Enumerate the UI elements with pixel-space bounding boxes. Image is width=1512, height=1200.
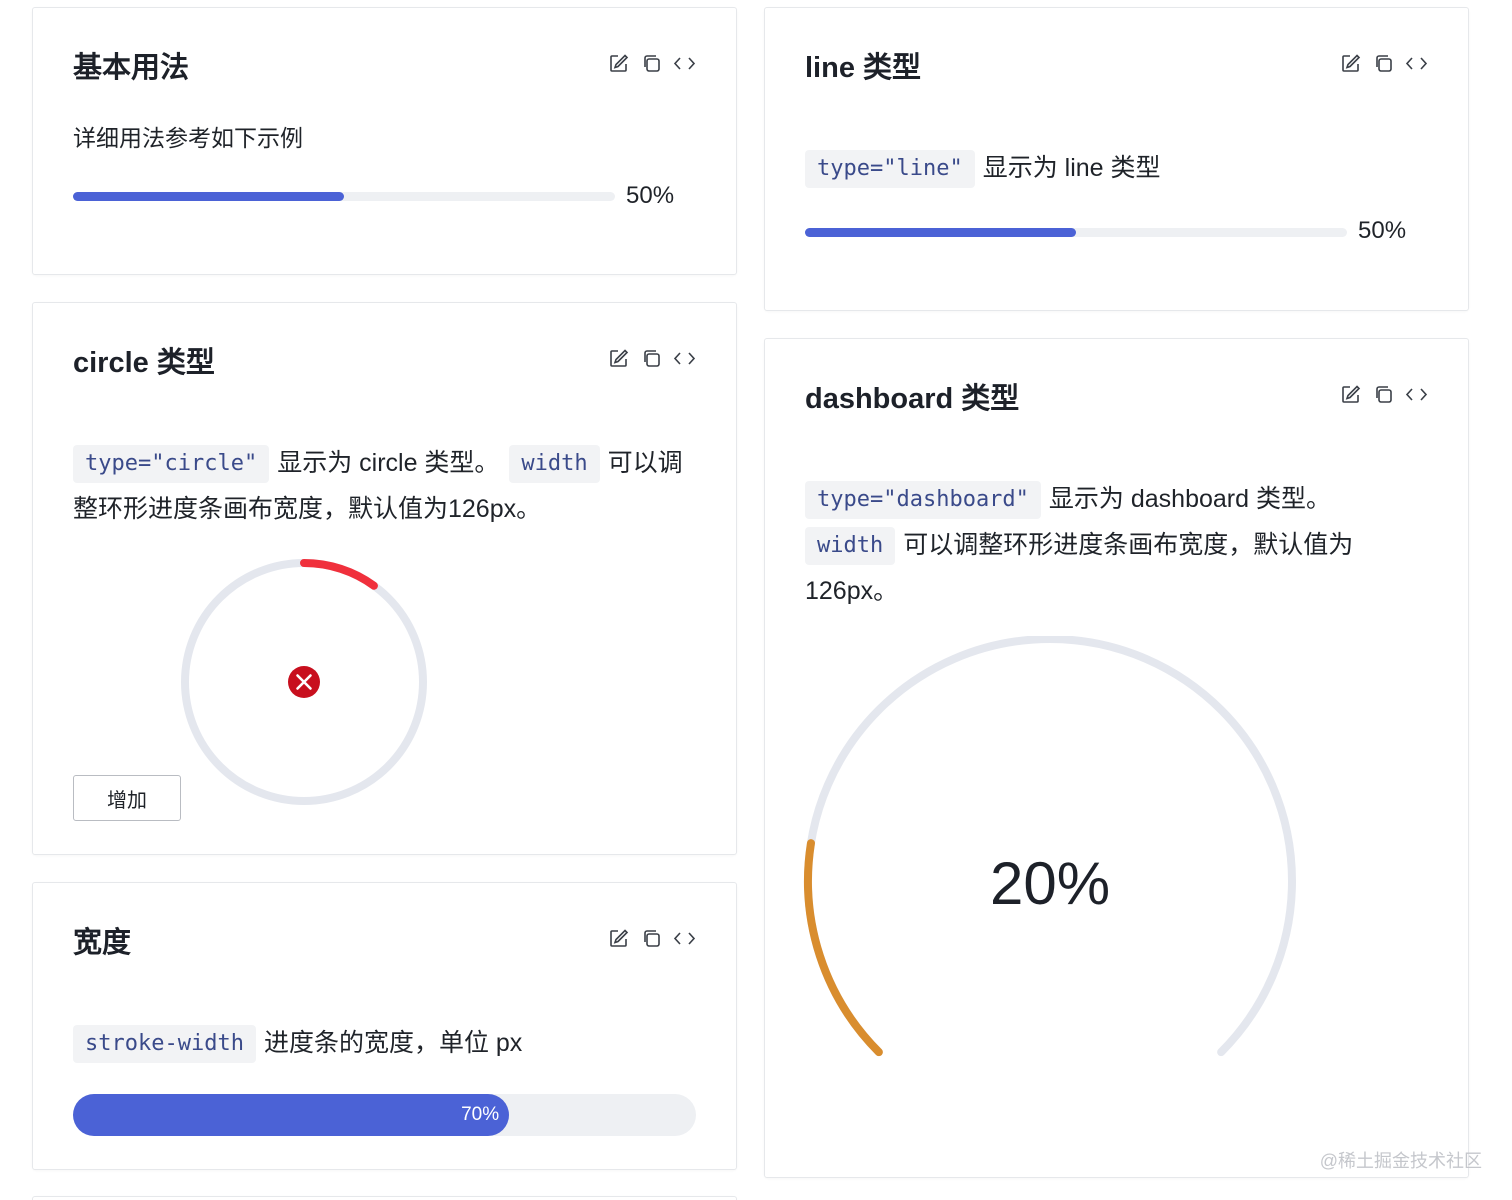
copy-icon[interactable] [640, 347, 663, 370]
card-title: 基本用法 [73, 52, 190, 84]
description-text: 整环形进度条画布宽度，默认值为126px。 [73, 495, 542, 523]
progress-track [805, 228, 1347, 237]
card-description: type="line" 显示为 line 类型 [805, 145, 1161, 191]
description-text: 显示为 dashboard 类型。 [1048, 485, 1331, 513]
dashboard-arc [804, 839, 883, 1057]
progress-inner-percent: 70% [461, 1104, 500, 1125]
progress-percent: 50% [626, 182, 675, 209]
code-snippet: width [805, 527, 896, 566]
code-icon[interactable] [673, 347, 696, 370]
progress-fill [73, 192, 344, 201]
increase-button[interactable]: 增加 [73, 775, 181, 821]
card-dashboard: dashboard 类型 type="dashboard" 显示为 dashboa… [764, 338, 1469, 1178]
description-text: 可以调 [607, 449, 683, 477]
card-title: line 类型 [805, 52, 922, 84]
code-icon[interactable] [673, 927, 696, 950]
card-width: 宽度 stroke-width 进度条的宽度，单位 px 70% [32, 882, 737, 1170]
card-line: line 类型 type="line" 显示为 line 类型 50% [764, 7, 1469, 311]
progress-percent: 50% [1358, 217, 1407, 244]
code-icon[interactable] [1405, 52, 1428, 75]
card-toolbar [607, 347, 696, 370]
description-text: 进度条的宽度，单位 px [263, 1029, 523, 1057]
code-snippet: width [509, 445, 600, 484]
description-text: 显示为 line 类型 [982, 154, 1161, 182]
edit-icon[interactable] [1339, 52, 1362, 75]
watermark: @稀土掘金技术社区 [1319, 1151, 1482, 1171]
progress-track [73, 192, 615, 201]
card-description: type="circle" 显示为 circle 类型。 width 可以调 整环形进… [73, 440, 703, 532]
card-next [32, 1196, 737, 1200]
copy-icon[interactable] [1372, 52, 1395, 75]
copy-icon[interactable] [1372, 383, 1395, 406]
card-description: 详细用法参考如下示例 [73, 125, 303, 151]
card-toolbar [607, 52, 696, 75]
progress-fill: 70% [73, 1094, 510, 1136]
edit-icon[interactable] [607, 927, 630, 950]
code-snippet: stroke-width [73, 1025, 256, 1064]
dashboard-track [804, 636, 1296, 1057]
card-title: 宽度 [73, 927, 132, 959]
card-title: circle 类型 [73, 347, 215, 379]
description-text: 126px。 [805, 577, 899, 605]
circle-progress [181, 559, 427, 805]
dashboard-percent: 20% [989, 850, 1111, 917]
card-circle: circle 类型 type="circle" 显示为 circle 类型。 wid… [32, 302, 737, 855]
edit-icon[interactable] [607, 52, 630, 75]
card-description: stroke-width 进度条的宽度，单位 px [73, 1020, 522, 1066]
card-description: type="dashboard" 显示为 dashboard 类型。 width 可… [805, 476, 1435, 614]
code-icon[interactable] [1405, 383, 1428, 406]
code-snippet: type="line" [805, 150, 975, 189]
card-title: dashboard 类型 [805, 383, 1020, 415]
copy-icon[interactable] [640, 927, 663, 950]
edit-icon[interactable] [607, 347, 630, 370]
card-toolbar [1339, 52, 1428, 75]
description-text: 显示为 circle 类型。 [277, 449, 500, 477]
card-toolbar [1339, 383, 1428, 406]
code-snippet: type="dashboard" [805, 481, 1041, 520]
error-icon [288, 666, 320, 698]
card-toolbar [607, 927, 696, 950]
edit-icon[interactable] [1339, 383, 1362, 406]
progress-fill [805, 228, 1076, 237]
copy-icon[interactable] [640, 52, 663, 75]
card-basic: 基本用法 详细用法参考如下示例 50% [32, 7, 737, 275]
description-text: 可以调整环形进度条画布宽度，默认值为 [903, 531, 1354, 559]
progress-track: 70% [73, 1094, 696, 1136]
code-snippet: type="circle" [73, 445, 270, 484]
code-icon[interactable] [673, 52, 696, 75]
